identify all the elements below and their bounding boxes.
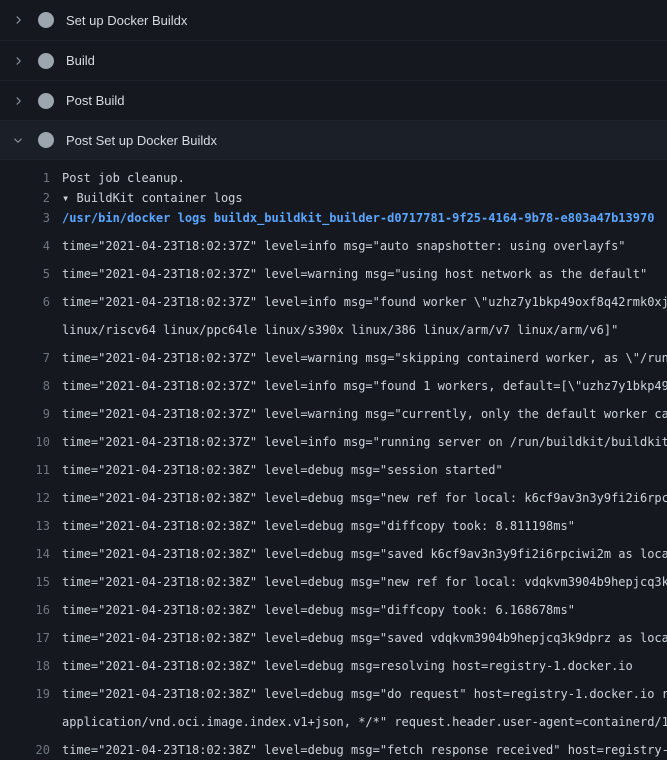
log-line-text: time="2021-04-23T18:02:37Z" level=warnin… [50, 264, 667, 284]
log-line-text: time="2021-04-23T18:02:38Z" level=debug … [50, 488, 667, 508]
step-title: Post Set up Docker Buildx [66, 133, 217, 148]
log-line: 17time="2021-04-23T18:02:38Z" level=debu… [0, 620, 667, 648]
group-expand-icon: ▾ [62, 191, 76, 205]
log-line: 18time="2021-04-23T18:02:38Z" level=debu… [0, 648, 667, 676]
log-line: 8time="2021-04-23T18:02:37Z" level=info … [0, 368, 667, 396]
log-line-text: time="2021-04-23T18:02:37Z" level=warnin… [50, 348, 667, 368]
log-line-text: time="2021-04-23T18:02:37Z" level=info m… [50, 236, 667, 256]
log-line-text: time="2021-04-23T18:02:37Z" level=info m… [50, 292, 667, 312]
check-circle-icon [38, 53, 54, 69]
log-line: 19time="2021-04-23T18:02:38Z" level=debu… [0, 676, 667, 704]
log-line: 16time="2021-04-23T18:02:38Z" level=debu… [0, 592, 667, 620]
chevron-right-icon [10, 93, 26, 109]
step-header-build[interactable]: Build [0, 40, 667, 80]
chevron-right-icon [10, 12, 26, 28]
log-line-number[interactable]: 8 [0, 376, 50, 396]
log-line: 4time="2021-04-23T18:02:37Z" level=info … [0, 228, 667, 256]
log-line-number[interactable]: 6 [0, 292, 50, 312]
log-line-number[interactable]: 5 [0, 264, 50, 284]
log-line: application/vnd.oci.image.index.v1+json,… [0, 704, 667, 732]
check-circle-icon [38, 93, 54, 109]
log-line-text: time="2021-04-23T18:02:38Z" level=debug … [50, 600, 667, 620]
log-line-number[interactable]: 7 [0, 348, 50, 368]
log-line-text: time="2021-04-23T18:02:38Z" level=debug … [50, 628, 667, 648]
log-line: 13time="2021-04-23T18:02:38Z" level=debu… [0, 508, 667, 536]
log-line-number[interactable]: 10 [0, 432, 50, 452]
log-viewer: 1Post job cleanup.2▾ BuildKit container … [0, 160, 667, 760]
log-line-text: time="2021-04-23T18:02:38Z" level=debug … [50, 656, 667, 676]
log-line: 15time="2021-04-23T18:02:38Z" level=debu… [0, 564, 667, 592]
log-line-text: time="2021-04-23T18:02:38Z" level=debug … [50, 544, 667, 564]
log-line-number[interactable]: 16 [0, 600, 50, 620]
log-line: 9time="2021-04-23T18:02:37Z" level=warni… [0, 396, 667, 424]
log-line: 12time="2021-04-23T18:02:38Z" level=debu… [0, 480, 667, 508]
log-line-number[interactable]: 3 [0, 208, 50, 228]
log-line-text: time="2021-04-23T18:02:37Z" level=warnin… [50, 404, 667, 424]
steps-list: Set up Docker Buildx Build Post Build Po… [0, 0, 667, 160]
log-line-number[interactable]: 17 [0, 628, 50, 648]
log-line: 11time="2021-04-23T18:02:38Z" level=debu… [0, 452, 667, 480]
log-line-text: time="2021-04-23T18:02:38Z" level=debug … [50, 684, 667, 704]
log-line-text: application/vnd.oci.image.index.v1+json,… [50, 712, 667, 732]
log-line-number[interactable]: 12 [0, 488, 50, 508]
check-circle-icon [38, 12, 54, 28]
log-line-text: time="2021-04-23T18:02:37Z" level=info m… [50, 432, 667, 452]
log-line: linux/riscv64 linux/ppc64le linux/s390x … [0, 312, 667, 340]
log-line: 6time="2021-04-23T18:02:37Z" level=info … [0, 284, 667, 312]
step-header-set-up-docker-buildx[interactable]: Set up Docker Buildx [0, 0, 667, 40]
log-line-text[interactable]: ▾ BuildKit container logs [50, 188, 667, 208]
log-line-number[interactable]: 13 [0, 516, 50, 536]
log-line-text: time="2021-04-23T18:02:38Z" level=debug … [50, 740, 667, 760]
log-line-number[interactable]: 15 [0, 572, 50, 592]
log-line-number[interactable]: 4 [0, 236, 50, 256]
log-line-number[interactable]: 1 [0, 168, 50, 188]
log-line-number[interactable]: 19 [0, 684, 50, 704]
log-line-number[interactable]: 18 [0, 656, 50, 676]
log-line-text: time="2021-04-23T18:02:38Z" level=debug … [50, 572, 667, 592]
log-line: 10time="2021-04-23T18:02:37Z" level=info… [0, 424, 667, 452]
check-circle-icon [38, 132, 54, 148]
log-line-number [0, 712, 50, 732]
log-line-number[interactable]: 14 [0, 544, 50, 564]
log-line: 2▾ BuildKit container logs [0, 188, 667, 208]
step-header-post-build[interactable]: Post Build [0, 80, 667, 120]
chevron-down-icon [10, 132, 26, 148]
log-line: 1Post job cleanup. [0, 168, 667, 188]
log-line: 7time="2021-04-23T18:02:37Z" level=warni… [0, 340, 667, 368]
log-line-number[interactable]: 20 [0, 740, 50, 760]
log-line: 14time="2021-04-23T18:02:38Z" level=debu… [0, 536, 667, 564]
step-header-post-set-up-docker-buildx[interactable]: Post Set up Docker Buildx [0, 120, 667, 160]
log-line-text: linux/riscv64 linux/ppc64le linux/s390x … [50, 320, 667, 340]
log-line-text: time="2021-04-23T18:02:38Z" level=debug … [50, 516, 667, 536]
log-command-text: /usr/bin/docker logs buildx_buildkit_bui… [50, 208, 667, 228]
log-line-text: time="2021-04-23T18:02:37Z" level=info m… [50, 376, 667, 396]
step-title: Build [66, 53, 95, 68]
log-line: 3/usr/bin/docker logs buildx_buildkit_bu… [0, 208, 667, 228]
log-line: 20time="2021-04-23T18:02:38Z" level=debu… [0, 732, 667, 760]
chevron-right-icon [10, 53, 26, 69]
log-line-text: Post job cleanup. [50, 168, 667, 188]
step-title: Set up Docker Buildx [66, 13, 187, 28]
step-title: Post Build [66, 93, 125, 108]
log-line: 5time="2021-04-23T18:02:37Z" level=warni… [0, 256, 667, 284]
log-line-number [0, 320, 50, 340]
log-line-number[interactable]: 11 [0, 460, 50, 480]
log-line-text: time="2021-04-23T18:02:38Z" level=debug … [50, 460, 667, 480]
log-line-number[interactable]: 2 [0, 188, 50, 208]
log-line-number[interactable]: 9 [0, 404, 50, 424]
